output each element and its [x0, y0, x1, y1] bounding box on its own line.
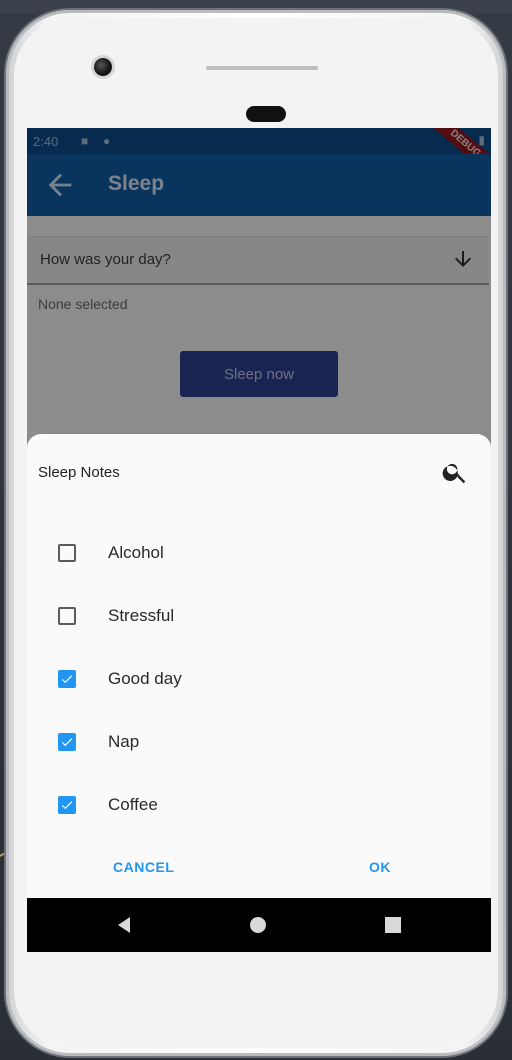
proximity-sensor — [246, 106, 286, 122]
search-button[interactable] — [441, 458, 469, 486]
option-coffee[interactable]: Coffee — [27, 782, 491, 832]
option-label: Nap — [108, 732, 140, 751]
cancel-button[interactable]: CANCEL — [107, 858, 180, 876]
circle-home-icon — [250, 917, 266, 933]
system-nav-bar — [27, 898, 491, 952]
check-icon — [61, 801, 73, 810]
triangle-back-icon — [118, 917, 130, 933]
search-icon — [442, 463, 466, 484]
checkbox-alcohol[interactable] — [58, 544, 76, 562]
checkbox-stressful[interactable] — [58, 607, 76, 625]
earpiece-speaker — [206, 66, 318, 70]
checkbox-coffee[interactable] — [58, 796, 76, 814]
check-icon — [61, 675, 73, 684]
option-label: Coffee — [108, 795, 158, 814]
sleep-notes-dialog: Sleep Notes Alcohol Stressful Good day N… — [27, 434, 491, 898]
option-nap[interactable]: Nap — [27, 719, 491, 769]
nav-home-button[interactable] — [231, 898, 285, 952]
option-label: Stressful — [108, 606, 175, 625]
option-label: Good day — [108, 669, 182, 688]
option-label: Alcohol — [108, 543, 164, 562]
device-screen: 2:40 ■ ● ▮ DEBUG Sleep How was your day?… — [27, 128, 491, 952]
check-icon — [61, 738, 73, 747]
nav-recents-button[interactable] — [366, 898, 420, 952]
dialog-title: Sleep Notes — [38, 464, 120, 481]
square-recents-icon — [385, 917, 401, 933]
ok-button[interactable]: OK — [363, 858, 397, 876]
option-good-day[interactable]: Good day — [27, 656, 491, 706]
option-stressful[interactable]: Stressful — [27, 593, 491, 643]
front-camera — [94, 58, 112, 76]
option-alcohol[interactable]: Alcohol — [27, 530, 491, 580]
nav-back-button[interactable] — [96, 898, 150, 952]
checkbox-nap[interactable] — [58, 733, 76, 751]
checkbox-good-day[interactable] — [58, 670, 76, 688]
